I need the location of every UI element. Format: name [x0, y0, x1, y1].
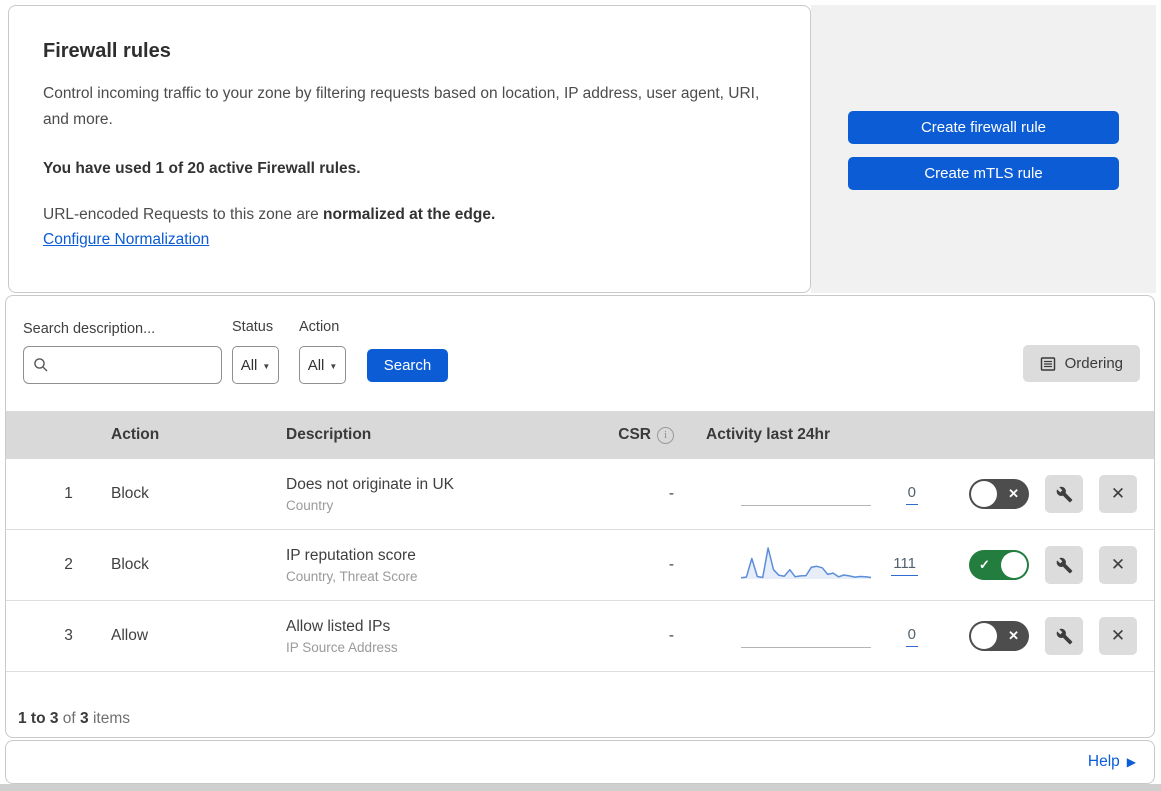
ordering-button[interactable]: Ordering	[1022, 345, 1140, 382]
csr-header-label: CSR	[618, 426, 651, 443]
description-column-header: Description	[286, 426, 372, 443]
rule-action: Allow	[111, 627, 149, 644]
help-bar: Help ▶	[5, 740, 1155, 784]
create-firewall-rule-button[interactable]: Create firewall rule	[848, 111, 1119, 144]
help-arrow-icon: ▶	[1126, 755, 1136, 769]
table-row: 1 Block Does not originate in UK Country…	[6, 459, 1154, 530]
rule-enable-toggle[interactable]: ✓	[969, 550, 1029, 580]
rule-priority: 1	[64, 485, 73, 502]
rule-description: Allow listed IPs	[286, 617, 391, 635]
search-icon	[33, 357, 49, 373]
activity-column-header: Activity last 24hr	[706, 426, 831, 443]
activity-sparkline	[741, 473, 871, 515]
table-row: 3 Allow Allow listed IPs IP Source Addre…	[6, 601, 1154, 672]
rules-list-card: Search description... Status Action All …	[5, 295, 1155, 738]
info-icon[interactable]: i	[657, 426, 674, 444]
csr-column-header: CSR i	[606, 426, 678, 444]
rule-priority: 3	[64, 627, 73, 644]
total-count: 3	[80, 710, 89, 727]
activity-count-link[interactable]: 0	[905, 626, 918, 647]
activity-count-link[interactable]: 111	[891, 555, 918, 576]
normalization-note: URL-encoded Requests to this zone are no…	[43, 206, 776, 224]
status-label: Status	[232, 319, 274, 335]
rule-csr-value: -	[668, 485, 674, 502]
help-link[interactable]: Help ▶	[1088, 753, 1136, 771]
status-dropdown[interactable]: All ▼	[232, 346, 279, 384]
rule-fields: Country	[286, 497, 334, 513]
page-title: Firewall rules	[43, 40, 171, 62]
wrench-icon	[1056, 628, 1073, 645]
status-dropdown-value: All	[240, 356, 258, 374]
rule-enable-toggle[interactable]: ✕	[969, 621, 1029, 651]
action-label: Action	[299, 319, 340, 335]
toggle-state-icon: ✓	[979, 557, 990, 572]
table-row: 2 Block IP reputation score Country, Thr…	[6, 530, 1154, 601]
toggle-knob	[1001, 552, 1027, 578]
action-column-header: Action	[111, 426, 160, 443]
rule-fields: IP Source Address	[286, 639, 398, 655]
rule-fields: Country, Threat Score	[286, 568, 418, 584]
close-icon: ✕	[1110, 484, 1126, 503]
delete-rule-button[interactable]: ✕	[1099, 546, 1137, 584]
delete-rule-button[interactable]: ✕	[1099, 475, 1137, 513]
chevron-down-icon: ▼	[329, 361, 338, 371]
pagination-summary: 1 to 3 of 3 items	[6, 672, 1154, 737]
wrench-icon	[1056, 486, 1073, 503]
close-icon: ✕	[1110, 626, 1126, 645]
toggle-knob	[971, 623, 997, 649]
rule-csr-value: -	[668, 627, 674, 644]
edit-rule-button[interactable]	[1045, 475, 1083, 513]
search-label: Search description...	[23, 321, 156, 337]
search-input[interactable]	[56, 356, 212, 374]
edit-rule-button[interactable]	[1045, 546, 1083, 584]
close-icon: ✕	[1110, 555, 1126, 574]
page-bottom-strip	[0, 784, 1161, 791]
rule-action: Block	[111, 485, 149, 502]
normalization-prefix: URL-encoded Requests to this zone are	[43, 206, 324, 223]
rule-csr-value: -	[668, 556, 674, 573]
intro-text: Control incoming traffic to your zone by…	[43, 85, 760, 128]
create-mtls-rule-button[interactable]: Create mTLS rule	[848, 157, 1119, 190]
firewall-rules-card: Firewall rules Control incoming traffic …	[8, 5, 811, 293]
chevron-down-icon: ▼	[262, 361, 271, 371]
toggle-knob	[971, 481, 997, 507]
normalization-bold: normalized at the edge.	[323, 206, 496, 223]
filter-bar: Search description... Status Action All …	[6, 296, 1154, 411]
activity-sparkline	[740, 544, 872, 586]
edit-rule-button[interactable]	[1045, 617, 1083, 655]
configure-normalization-link[interactable]: Configure Normalization	[43, 231, 209, 248]
action-dropdown-value: All	[307, 356, 325, 374]
toggle-state-icon: ✕	[1008, 486, 1019, 501]
rule-priority: 2	[64, 556, 73, 573]
activity-sparkline	[741, 615, 871, 657]
rule-description: IP reputation score	[286, 546, 416, 564]
search-box[interactable]	[23, 346, 222, 384]
activity-count-link[interactable]: 0	[905, 484, 918, 505]
delete-rule-button[interactable]: ✕	[1099, 617, 1137, 655]
help-link-label: Help	[1087, 753, 1120, 770]
action-side-panel: Create firewall rule Create mTLS rule	[811, 5, 1156, 293]
items-text: items	[92, 710, 131, 727]
search-button[interactable]: Search	[367, 349, 448, 382]
action-dropdown[interactable]: All ▼	[299, 346, 346, 384]
rule-enable-toggle[interactable]: ✕	[969, 479, 1029, 509]
toggle-state-icon: ✕	[1008, 628, 1019, 643]
ordering-button-label: Ordering	[1064, 355, 1123, 372]
rule-action: Block	[111, 556, 149, 573]
usage-note: You have used 1 of 20 active Firewall ru…	[43, 160, 361, 177]
table-header-row: Action Description CSR i Activity last 24…	[6, 411, 1154, 459]
rule-description: Does not originate in UK	[286, 475, 455, 493]
of-text: of	[62, 710, 76, 727]
range-text: 1 to 3	[18, 710, 59, 727]
wrench-icon	[1056, 557, 1073, 574]
ordering-icon	[1040, 356, 1056, 372]
